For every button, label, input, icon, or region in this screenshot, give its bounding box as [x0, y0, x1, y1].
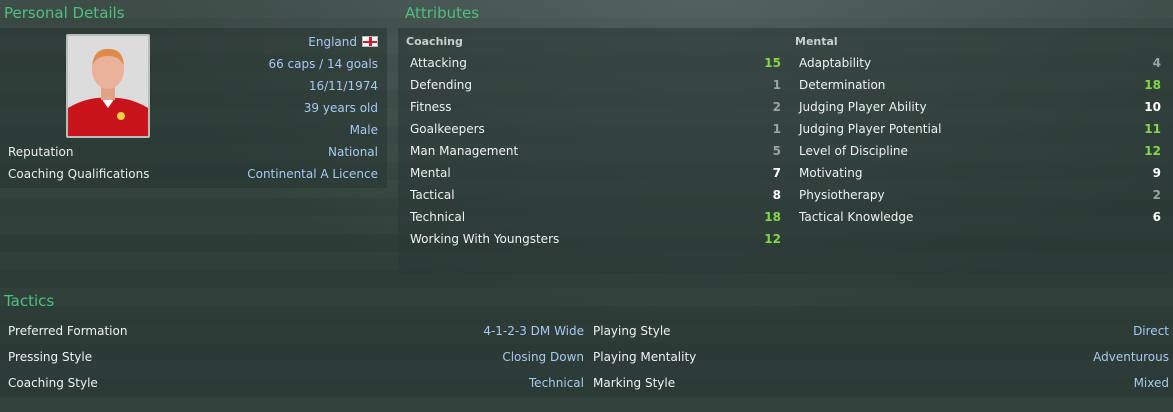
attribute-value: 18: [764, 210, 781, 224]
attribute-row-goalkeepers[interactable]: Goalkeepers 1: [406, 118, 785, 140]
attribute-value: 9: [1152, 166, 1161, 180]
personal-details-title: Personal Details: [4, 4, 125, 22]
attribute-value: 6: [1152, 210, 1161, 224]
attribute-row-attacking[interactable]: Attacking 15: [406, 52, 785, 74]
tactic-label: Preferred Formation: [8, 324, 128, 338]
attribute-value: 8: [772, 188, 781, 202]
attribute-row-man-management[interactable]: Man Management 5: [406, 140, 785, 162]
qualifications-label: Coaching Qualifications: [8, 167, 150, 181]
attributes-panel: Coaching Mental Attacking 15 Defending 1 Fit…: [398, 28, 1173, 274]
attribute-name: Judging Player Potential: [799, 122, 942, 136]
caps-goals: 66 caps / 14 goals: [268, 57, 378, 71]
england-flag-icon: [362, 36, 378, 47]
attribute-row-mental[interactable]: Mental 7: [406, 162, 785, 184]
attribute-name: Tactical: [410, 188, 455, 202]
mental-header: Mental: [795, 35, 838, 48]
attribute-row-working-with-youngsters[interactable]: Working With Youngsters 12: [406, 228, 785, 250]
attribute-value: 15: [764, 56, 781, 70]
tactic-label: Playing Style: [593, 324, 671, 338]
personal-details-panel: England 66 caps / 14 goals 16/11/1974 39…: [0, 28, 387, 188]
attribute-row-judging-player-potential[interactable]: Judging Player Potential 11: [795, 118, 1165, 140]
attribute-row-fitness[interactable]: Fitness 2: [406, 96, 785, 118]
attribute-value: 1: [772, 78, 781, 92]
attribute-name: Defending: [410, 78, 473, 92]
attribute-value: 2: [1152, 188, 1161, 202]
attribute-row-technical[interactable]: Technical 18: [406, 206, 785, 228]
attribute-row-adaptability[interactable]: Adaptability 4: [795, 52, 1165, 74]
reputation-label: Reputation: [8, 145, 74, 159]
attribute-name: Level of Discipline: [799, 144, 908, 158]
tactics-title: Tactics: [4, 292, 55, 310]
attribute-row-tactical-knowledge[interactable]: Tactical Knowledge 6: [795, 206, 1165, 228]
tactic-value[interactable]: Adventurous: [1093, 350, 1169, 364]
attribute-value: 18: [1144, 78, 1161, 92]
tactic-value[interactable]: Technical: [529, 376, 584, 390]
attribute-row-judging-player-ability[interactable]: Judging Player Ability 10: [795, 96, 1165, 118]
attribute-value: 5: [772, 144, 781, 158]
attribute-value: 4: [1152, 56, 1161, 70]
attribute-name: Goalkeepers: [410, 122, 485, 136]
date-of-birth: 16/11/1974: [308, 79, 378, 93]
attribute-value: 1: [772, 122, 781, 136]
attribute-row-determination[interactable]: Determination 18: [795, 74, 1165, 96]
attribute-name: Man Management: [410, 144, 519, 158]
attribute-row-tactical[interactable]: Tactical 8: [406, 184, 785, 206]
attribute-value: 12: [764, 232, 781, 246]
avatar: [68, 36, 148, 136]
attribute-name: Technical: [410, 210, 466, 224]
attribute-name: Judging Player Ability: [799, 100, 927, 114]
tactic-label: Marking Style: [593, 376, 676, 390]
tactic-value[interactable]: Closing Down: [502, 350, 584, 364]
tactic-label: Coaching Style: [8, 376, 98, 390]
tactic-value[interactable]: 4-1-2-3 DM Wide: [483, 324, 584, 338]
attribute-row-defending[interactable]: Defending 1: [406, 74, 785, 96]
age: 39 years old: [303, 101, 378, 115]
qualifications-value: Continental A Licence: [247, 167, 378, 181]
tactics-panel: Preferred Formation 4-1-2-3 DM Wide Pressi…: [0, 318, 1173, 398]
attribute-value: 11: [1144, 122, 1161, 136]
attributes-title: Attributes: [405, 4, 480, 22]
player-photo: [66, 34, 150, 138]
tactic-value[interactable]: Mixed: [1134, 376, 1169, 390]
attribute-value: 7: [772, 166, 781, 180]
tactic-value[interactable]: Direct: [1133, 324, 1169, 338]
attribute-name: Determination: [799, 78, 886, 92]
attribute-name: Attacking: [410, 56, 467, 70]
nationality[interactable]: England: [308, 35, 378, 49]
attribute-name: Motivating: [799, 166, 863, 180]
attribute-name: Working With Youngsters: [410, 232, 560, 246]
gender: Male: [349, 123, 378, 137]
coaching-header: Coaching: [406, 35, 463, 48]
attribute-name: Physiotherapy: [799, 188, 885, 202]
attribute-value: 12: [1144, 144, 1161, 158]
attribute-value: 10: [1144, 100, 1161, 114]
attribute-row-motivating[interactable]: Motivating 9: [795, 162, 1165, 184]
attribute-name: Fitness: [410, 100, 452, 114]
tactic-label: Pressing Style: [8, 350, 93, 364]
tactic-label: Playing Mentality: [593, 350, 697, 364]
attribute-value: 2: [772, 100, 781, 114]
reputation-value: National: [327, 145, 378, 159]
attribute-name: Adaptability: [799, 56, 872, 70]
attribute-name: Mental: [410, 166, 451, 180]
attribute-name: Tactical Knowledge: [799, 210, 914, 224]
attribute-row-physiotherapy[interactable]: Physiotherapy 2: [795, 184, 1165, 206]
attribute-row-level-of-discipline[interactable]: Level of Discipline 12: [795, 140, 1165, 162]
